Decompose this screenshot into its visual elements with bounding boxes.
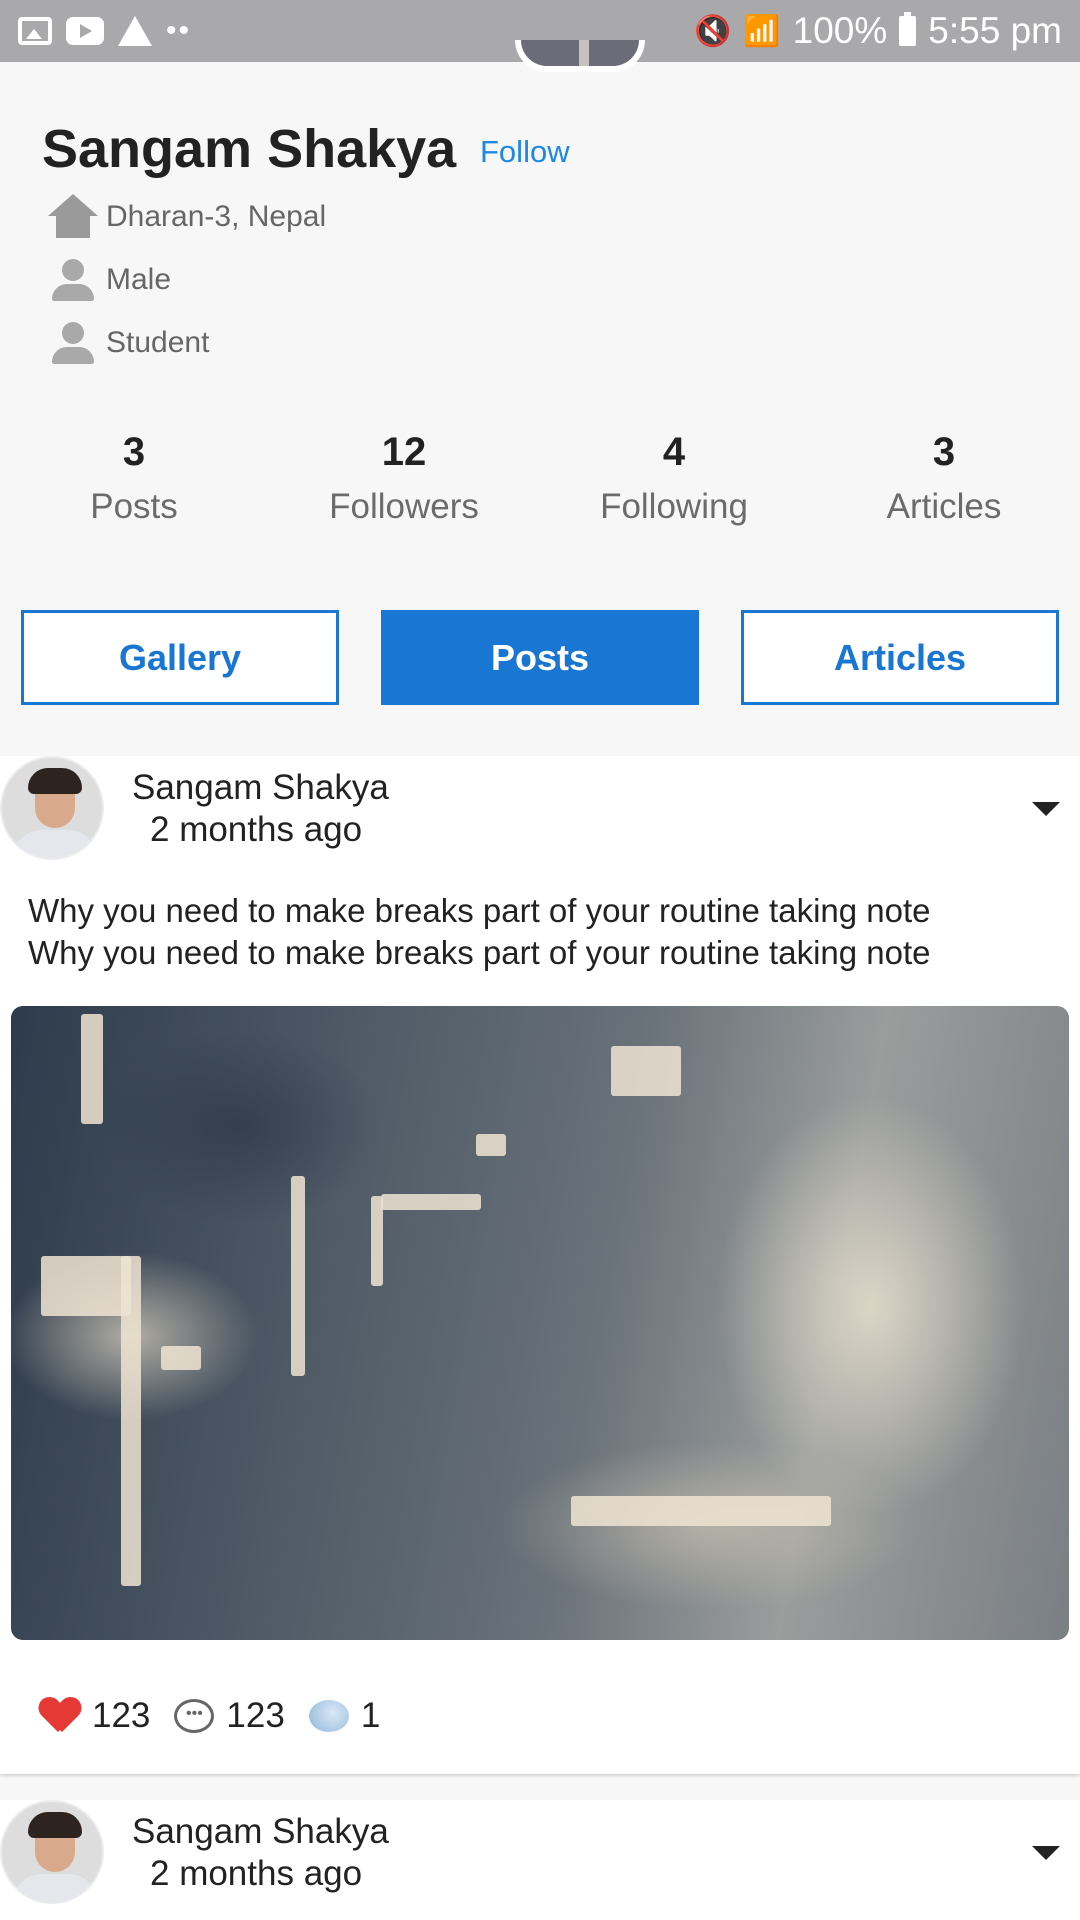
likes-count: 123 [92,1696,151,1735]
post-text-line: Why you need to make breaks part of your… [28,934,931,971]
caret-down-icon[interactable] [1032,802,1060,816]
follow-button[interactable]: Follow [480,134,570,170]
post-card: Sangam Shakya 2 months ago Why you need … [0,756,1080,1774]
post-card: Sangam Shakya 2 months ago [0,1800,1080,1920]
home-icon [48,194,98,240]
youtube-icon [66,17,104,45]
post-text: Why you need to make breaks part of your… [28,890,1058,974]
mute-icon: 🔇 [693,14,732,48]
comment-icon[interactable]: ••• [174,1699,215,1733]
post-text-line: Why you need to make breaks part of your… [28,892,931,929]
info-occupation: Student [48,320,209,366]
profile-avatar[interactable] [515,40,645,72]
wifi-icon: 📶 [743,14,781,48]
gender-text: Male [106,263,172,296]
stat-label: Articles [886,487,1002,526]
stat-value: 4 [662,430,686,474]
stat-value: 3 [122,430,146,474]
gallery-icon [18,17,52,45]
stat-label: Following [600,487,748,526]
tab-articles[interactable]: Articles [741,610,1059,705]
stat-following[interactable]: 4 Following [564,430,784,527]
status-left-icons: •• [18,14,191,48]
stat-label: Posts [90,487,178,526]
author-avatar[interactable] [0,1800,104,1904]
heart-icon[interactable] [40,1698,80,1734]
comments-count: 123 [226,1696,285,1735]
stat-value: 12 [381,430,427,474]
occupation-text: Student [106,326,210,359]
status-right-icons: 🔇 📶 100% 5:55 pm [694,10,1062,52]
info-gender: Male [48,257,171,303]
info-address: Dharan-3, Nepal [48,194,326,240]
stat-articles[interactable]: 3 Articles [834,430,1054,527]
caret-down-icon[interactable] [1032,1846,1060,1860]
stat-posts[interactable]: 3 Posts [24,430,244,527]
stat-label: Followers [329,487,479,526]
battery-percentage: 100% [792,10,888,51]
tab-posts[interactable]: Posts [381,610,699,705]
post-time: 2 months ago [150,1854,363,1893]
author-avatar[interactable] [0,756,104,860]
user-icon [48,320,98,366]
post-author[interactable]: Sangam Shakya [132,768,389,808]
reactions-bar: 123 ••• 123 1 [40,1696,380,1736]
shares-count: 1 [360,1696,381,1735]
post-image[interactable] [11,1006,1069,1640]
address-text: Dharan-3, Nepal [106,200,327,233]
share-icon[interactable] [308,1700,349,1732]
stat-followers[interactable]: 12 Followers [294,430,514,527]
warning-icon [118,16,152,46]
profile-name: Sangam Shakya [42,119,457,179]
post-author[interactable]: Sangam Shakya [132,1812,389,1852]
user-icon [48,257,98,303]
stat-value: 3 [932,430,956,474]
clock: 5:55 pm [928,10,1062,51]
battery-icon [899,12,917,46]
tab-gallery[interactable]: Gallery [21,610,339,705]
post-time: 2 months ago [150,810,363,849]
more-dots-icon: •• [166,14,192,47]
